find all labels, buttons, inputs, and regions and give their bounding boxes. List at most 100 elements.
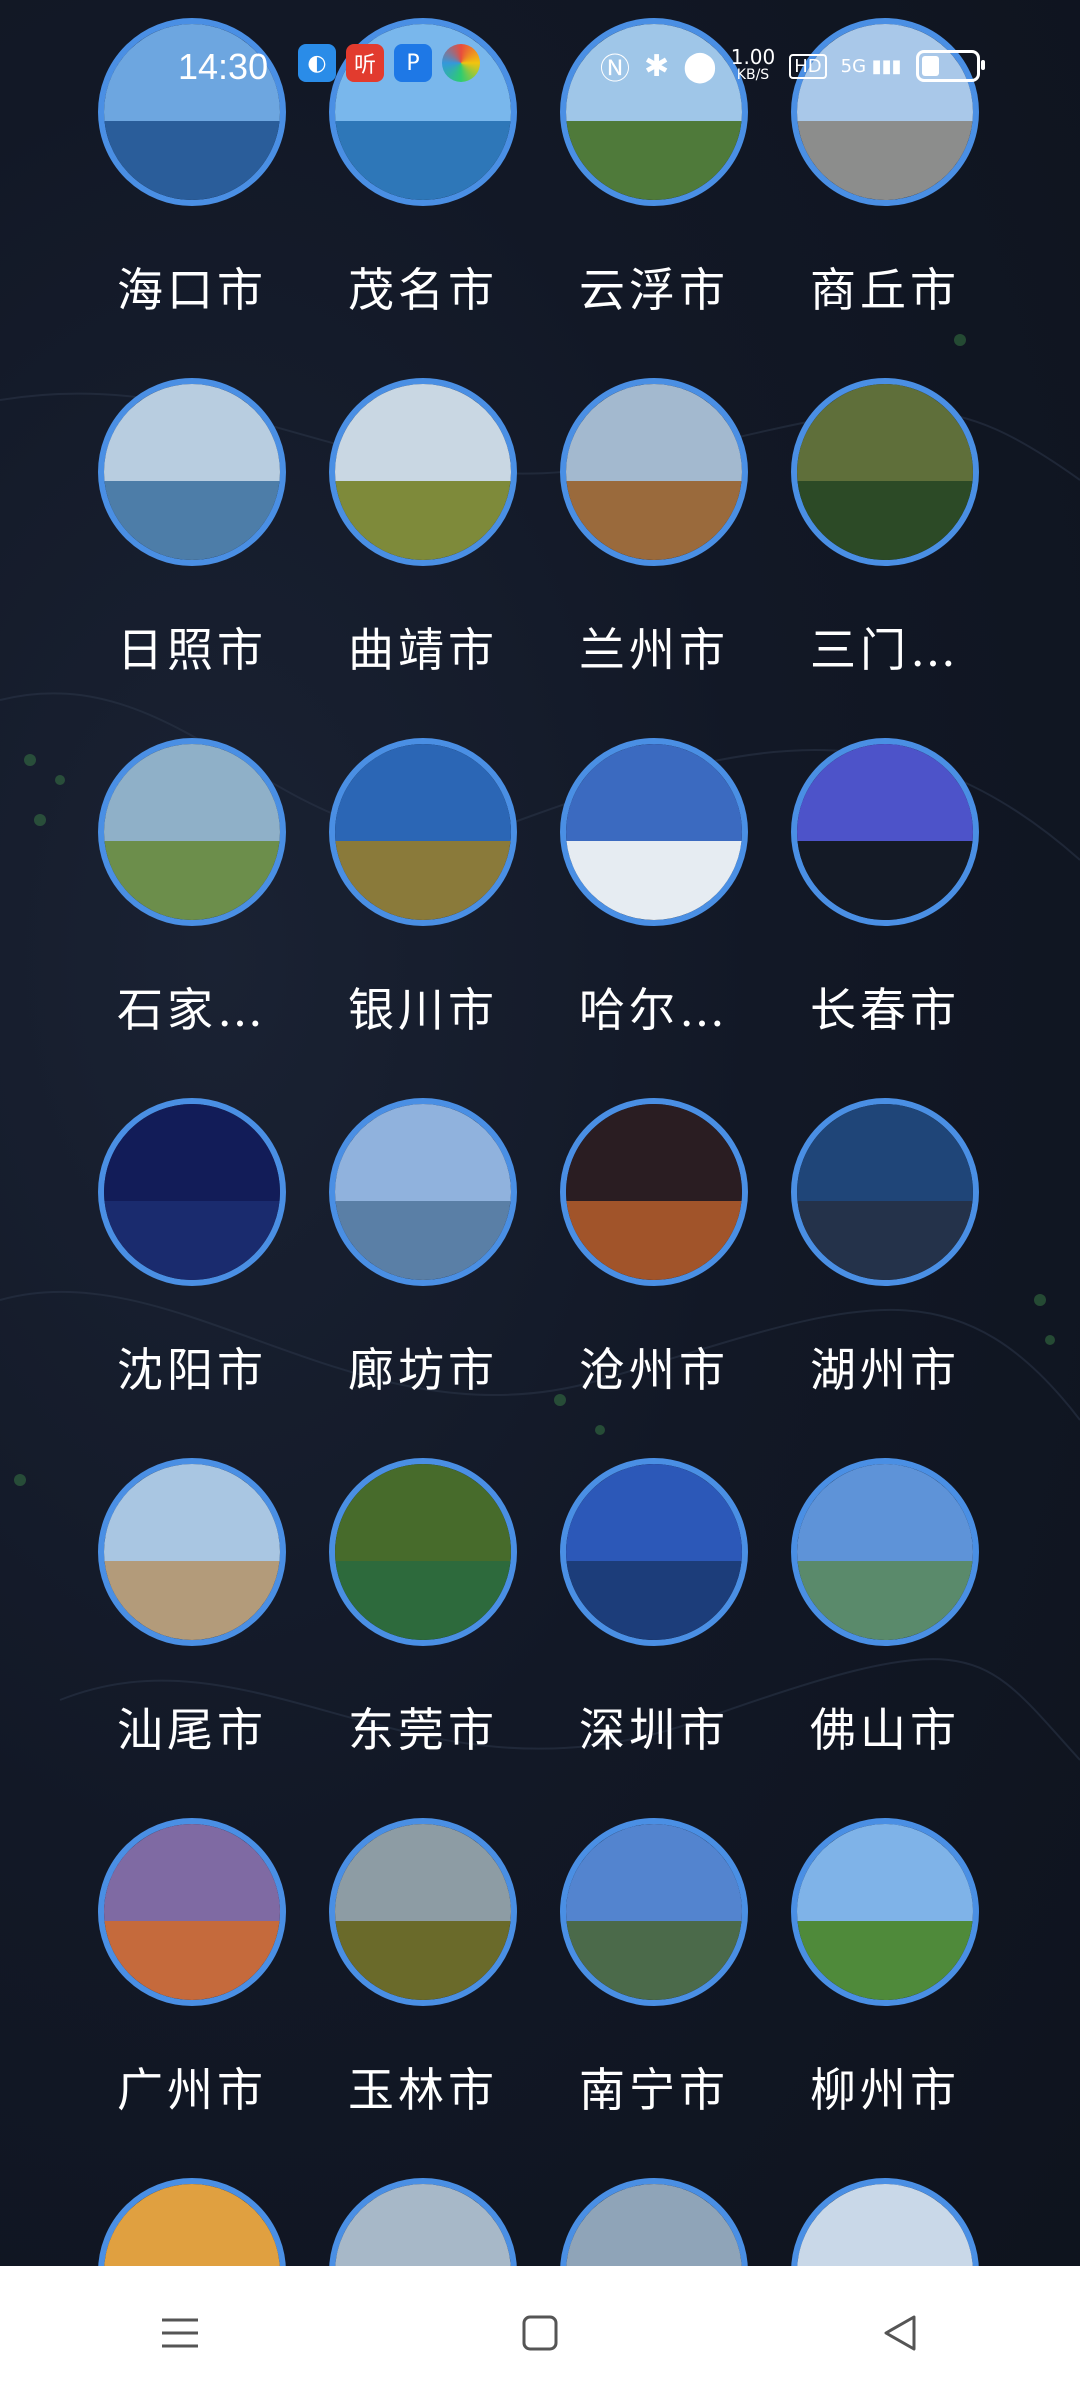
city-item[interactable]: 哈尔…: [539, 738, 769, 1040]
city-item[interactable]: 南宁市: [539, 1818, 769, 2120]
city-thumbnail[interactable]: [560, 378, 748, 566]
city-name: 深圳市: [579, 1703, 729, 1757]
city-item[interactable]: 廊坊市: [308, 1098, 538, 1400]
city-thumbnail[interactable]: [791, 1818, 979, 2006]
city-item[interactable]: 广州市: [77, 1818, 307, 2120]
back-icon[interactable]: [860, 2293, 940, 2373]
city-item[interactable]: 长春市: [770, 738, 1000, 1040]
thumbnail-sky: [335, 1464, 511, 1561]
nfc-icon: Ⓝ: [600, 52, 630, 87]
speed-value: 1.00: [730, 45, 776, 69]
city-name: 东莞市: [348, 1703, 498, 1757]
thumbnail-sky: [797, 1464, 973, 1561]
city-thumbnail[interactable]: [98, 378, 286, 566]
bluetooth-icon: ✱: [644, 48, 670, 84]
city-item[interactable]: 深圳市: [539, 1458, 769, 1760]
thumbnail-sky: [335, 384, 511, 481]
network-type: 5G: [840, 55, 867, 77]
status-bar: 14:30 ◐ 听 P Ⓝ ✱ ⬤ 1.00 KB/S HD 5G ▮▮▮: [0, 0, 1080, 120]
menu-icon[interactable]: [140, 2293, 220, 2373]
city-thumbnail[interactable]: [560, 1818, 748, 2006]
location-icon: ⬤: [683, 48, 717, 84]
thumbnail-ground: [104, 1920, 280, 2000]
thumbnail-ground: [566, 120, 742, 200]
status-app-icons: ◐ 听 P: [298, 44, 480, 82]
city-thumbnail[interactable]: [791, 738, 979, 926]
city-name: 茂名市: [348, 263, 498, 317]
thumbnail-sky: [104, 1104, 280, 1201]
city-item[interactable]: 柳州市: [770, 1818, 1000, 2120]
thumbnail-ground: [104, 840, 280, 920]
thumbnail-sky: [797, 744, 973, 841]
city-thumbnail[interactable]: [329, 1458, 517, 1646]
city-thumbnail[interactable]: [791, 378, 979, 566]
city-thumbnail[interactable]: [329, 1098, 517, 1286]
city-item[interactable]: 东莞市: [308, 1458, 538, 1760]
city-thumbnail[interactable]: [560, 1098, 748, 1286]
home-icon[interactable]: [500, 2293, 580, 2373]
thumbnail-sky: [566, 744, 742, 841]
city-thumbnail[interactable]: [98, 1098, 286, 1286]
thumbnail-ground: [797, 1200, 973, 1280]
city-thumbnail[interactable]: [560, 1458, 748, 1646]
status-system-icons: Ⓝ ✱ ⬤ 1.00 KB/S HD 5G ▮▮▮: [600, 44, 985, 88]
city-name: 曲靖市: [348, 623, 498, 677]
city-item[interactable]: 石家…: [77, 738, 307, 1040]
city-name: 长春市: [810, 983, 960, 1037]
signal-5g-icon: 5G ▮▮▮: [840, 55, 902, 77]
thumbnail-ground: [104, 1560, 280, 1640]
network-speed: 1.00 KB/S: [730, 45, 776, 84]
city-name: 商丘市: [810, 263, 960, 317]
thumbnail-sky: [797, 1824, 973, 1921]
city-thumbnail[interactable]: [791, 1098, 979, 1286]
thumbnail-ground: [797, 1920, 973, 2000]
city-item[interactable]: 日照市: [77, 378, 307, 680]
city-item[interactable]: 银川市: [308, 738, 538, 1040]
city-item[interactable]: 玉林市: [308, 1818, 538, 2120]
city-thumbnail[interactable]: [329, 378, 517, 566]
city-item[interactable]: 兰州市: [539, 378, 769, 680]
city-item[interactable]: 佛山市: [770, 1458, 1000, 1760]
city-name: 哈尔…: [579, 983, 729, 1037]
thumbnail-ground: [566, 480, 742, 560]
city-thumbnail[interactable]: [791, 1458, 979, 1646]
thumbnail-ground: [797, 480, 973, 560]
browser-icon: ◐: [298, 44, 336, 82]
city-thumbnail[interactable]: [560, 738, 748, 926]
city-thumbnail[interactable]: [329, 1818, 517, 2006]
city-name: 广州市: [117, 2063, 267, 2117]
city-item[interactable]: 三门…: [770, 378, 1000, 680]
city-thumbnail[interactable]: [98, 1818, 286, 2006]
thumbnail-ground: [104, 1200, 280, 1280]
thumbnail-sky: [104, 384, 280, 481]
city-item[interactable]: 沧州市: [539, 1098, 769, 1400]
city-thumbnail[interactable]: [98, 738, 286, 926]
city-item[interactable]: 汕尾市: [77, 1458, 307, 1760]
city-name: 三门…: [810, 623, 960, 677]
p-icon: P: [394, 44, 432, 82]
city-thumbnail[interactable]: [98, 1458, 286, 1646]
city-name: 佛山市: [810, 1703, 960, 1757]
city-item[interactable]: 曲靖市: [308, 378, 538, 680]
city-name: 廊坊市: [348, 1343, 498, 1397]
thumbnail-sky: [335, 744, 511, 841]
thumbnail-ground: [797, 120, 973, 200]
thumbnail-ground: [566, 840, 742, 920]
city-item[interactable]: 沈阳市: [77, 1098, 307, 1400]
thumbnail-sky: [104, 1824, 280, 1921]
thumbnail-sky: [566, 1824, 742, 1921]
city-item[interactable]: 湖州市: [770, 1098, 1000, 1400]
city-name: 南宁市: [579, 2063, 729, 2117]
thumbnail-ground: [104, 120, 280, 200]
thumbnail-sky: [566, 1104, 742, 1201]
thumbnail-sky: [797, 384, 973, 481]
city-thumbnail[interactable]: [329, 738, 517, 926]
thumbnail-sky: [335, 1104, 511, 1201]
hd-icon: HD: [789, 53, 827, 79]
colorful-app-icon: [442, 44, 480, 82]
thumbnail-ground: [335, 1920, 511, 2000]
speed-unit: KB/S: [736, 67, 770, 83]
thumbnail-ground: [797, 840, 973, 920]
thumbnail-sky: [335, 1824, 511, 1921]
thumbnail-sky: [104, 744, 280, 841]
